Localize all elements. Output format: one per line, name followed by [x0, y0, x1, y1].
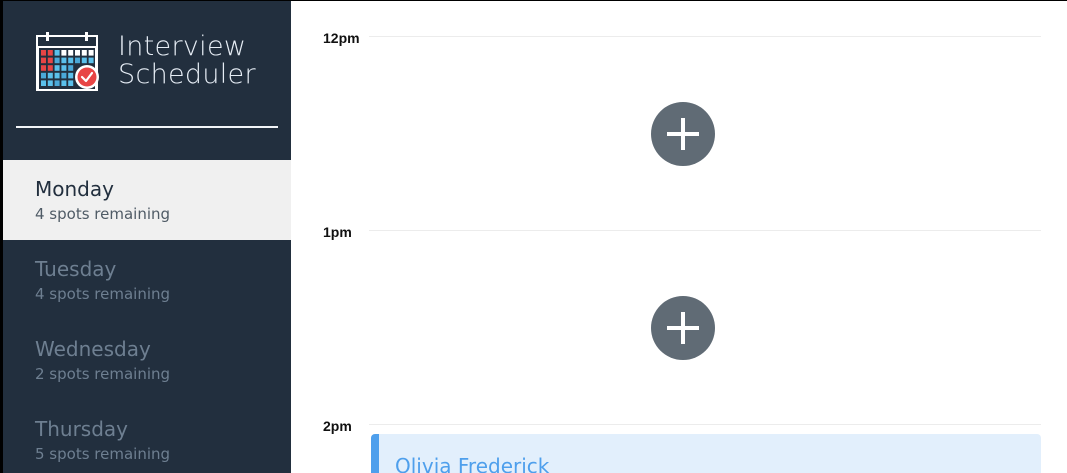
- time-label-2pm: 2pm: [323, 418, 352, 434]
- day-spots-remaining: 4 spots remaining: [35, 285, 171, 303]
- day-item-thursday[interactable]: Thursday 5 spots remaining: [3, 400, 291, 473]
- add-appointment-button[interactable]: [651, 296, 715, 360]
- add-appointment-button[interactable]: [651, 102, 715, 166]
- time-divider: [369, 36, 1041, 37]
- day-item-monday[interactable]: Monday 4 spots remaining: [3, 160, 291, 240]
- time-divider: [369, 230, 1041, 231]
- plus-icon: [667, 118, 699, 150]
- calendar-check-icon: [36, 32, 99, 91]
- day-spots-remaining: 4 spots remaining: [35, 205, 171, 223]
- app-title: Interview Scheduler: [118, 33, 298, 89]
- time-label-1pm: 1pm: [323, 224, 352, 240]
- day-item-tuesday[interactable]: Tuesday 4 spots remaining: [3, 240, 291, 320]
- day-spots-remaining: 5 spots remaining: [35, 445, 171, 463]
- sidebar: Interview Scheduler Monday 4 spots remai…: [3, 1, 291, 473]
- app-title-line1: Interview: [118, 31, 247, 62]
- app: Interview Scheduler Monday 4 spots remai…: [3, 1, 1067, 473]
- student-name: Olivia Frederick: [395, 454, 550, 473]
- plus-icon: [667, 312, 699, 344]
- day-item-wednesday[interactable]: Wednesday 2 spots remaining: [3, 320, 291, 400]
- time-divider: [369, 424, 1041, 425]
- day-name: Thursday: [35, 417, 128, 441]
- day-name: Wednesday: [35, 337, 151, 361]
- time-label-12pm: 12pm: [323, 30, 360, 46]
- brand-divider: [16, 126, 278, 128]
- app-title-line2: Scheduler: [118, 59, 256, 90]
- day-name: Tuesday: [35, 257, 117, 281]
- day-spots-remaining: 2 spots remaining: [35, 365, 171, 383]
- day-name: Monday: [35, 177, 114, 201]
- appointment-card[interactable]: Olivia Frederick: [371, 434, 1041, 473]
- schedule: 12pm 1pm 2pm Olivia Frederick: [291, 1, 1067, 473]
